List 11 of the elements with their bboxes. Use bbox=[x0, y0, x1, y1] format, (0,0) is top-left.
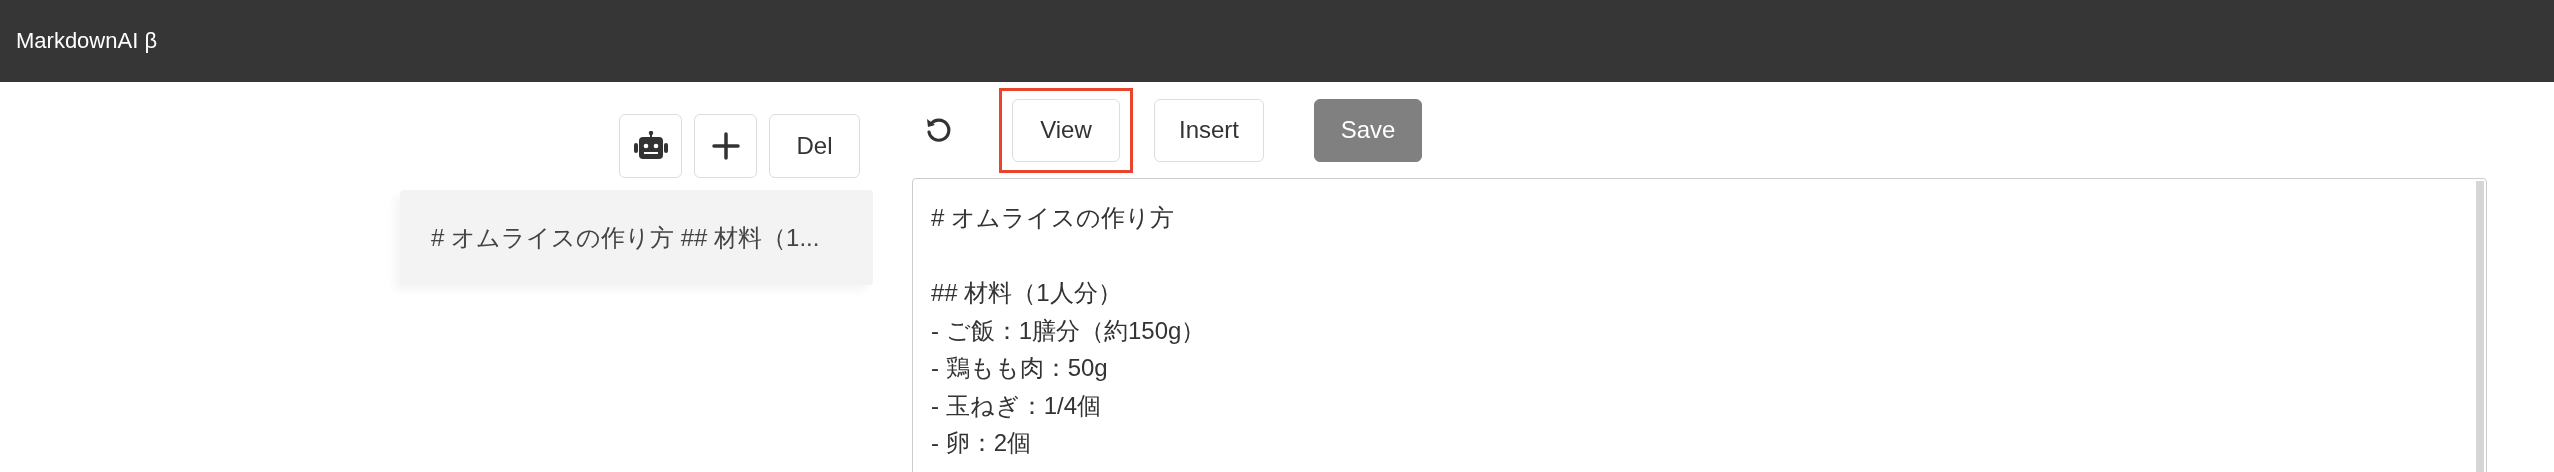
note-item[interactable]: # オムライスの作り方 ## 材料（1... bbox=[400, 190, 873, 285]
add-button[interactable] bbox=[694, 114, 757, 178]
toolbar-button[interactable]: Save bbox=[1314, 98, 1423, 162]
toolbar-button[interactable]: View bbox=[1012, 98, 1120, 162]
toolbar-button[interactable]: Insert bbox=[1154, 98, 1265, 162]
delete-button[interactable]: Del bbox=[769, 114, 860, 178]
markdown-editor-field[interactable]: # オムライスの作り方 ## 材料（1人分） - ご飯：1膳分（約150g） - 鶏もも肉：50g - 玉ねぎ：1/4個 - 卵：2個 bbox=[912, 178, 2487, 472]
robot-icon bbox=[632, 131, 669, 161]
app-title: MarkdownAI β bbox=[16, 28, 158, 54]
robot-button[interactable] bbox=[619, 114, 682, 178]
plus-icon bbox=[711, 132, 740, 160]
